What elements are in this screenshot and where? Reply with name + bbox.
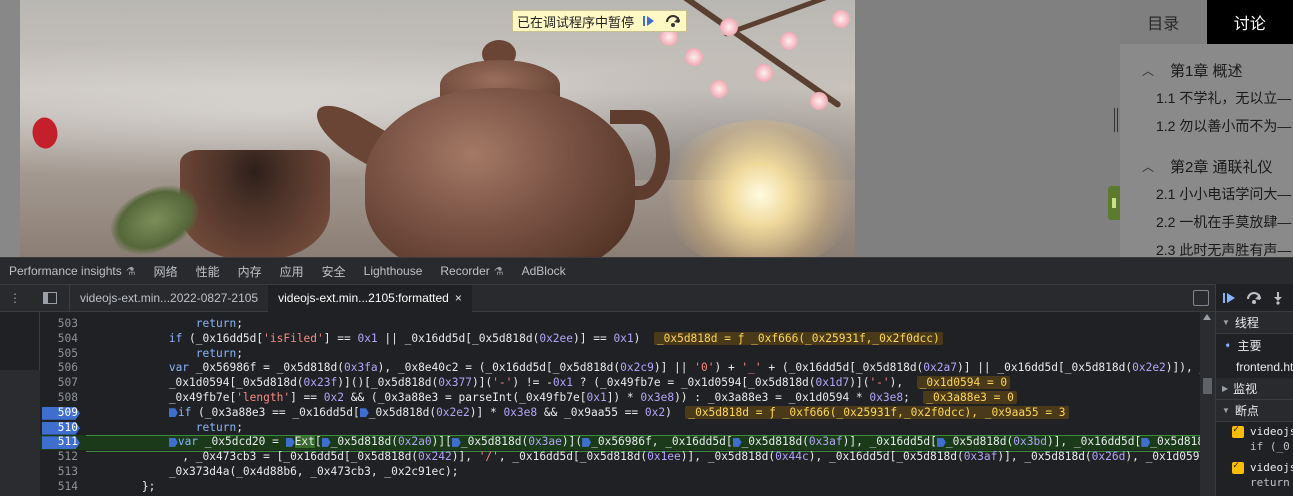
breakpoint-checkbox[interactable] [1232,424,1244,438]
breakpoint-item[interactable]: videojs-e return [1216,458,1293,494]
line-number[interactable]: 513 [40,465,82,480]
code-line[interactable]: 510 return; [40,421,1200,436]
resize-handle[interactable] [1114,108,1118,132]
chevron-up-icon: ︿ [1142,159,1155,174]
toc-section[interactable]: 2.2 一机在手莫放肆— [1120,208,1293,236]
web-page: 已在调试程序中暂停 目录 讨论 ︿ 第1章 概述 1.1 不学礼，无以立— 1.2… [0,0,1293,257]
code-editor[interactable]: 503 return; 504 if (_0x16dd5d['isFiled']… [40,312,1200,496]
code-line[interactable]: 509 if (_0x3a88e3 == _0x16dd5d[_0x5d818d… [40,405,1200,421]
line-number[interactable]: 512 [40,450,82,465]
debugger-sidebar: ▼线程 ➧主要 frontend.ht ▶监视 ▼断点 videojs-e if… [1215,284,1293,496]
code-line[interactable]: 514 }; [40,480,1200,495]
code-line[interactable]: 508 _0x49fb7e['length'] == 0x2 && (_0x3a… [40,390,1200,406]
tab-discussion[interactable]: 讨论 [1206,0,1293,44]
chevron-up-icon: ︿ [1142,63,1155,78]
step-over-icon[interactable] [1246,290,1262,306]
devtools-panel-tabs: Performance insights ⚗ 网络 性能 内存 应用 安全 Lig… [0,257,1293,284]
call-frame[interactable]: frontend.ht [1216,356,1293,378]
current-thread-arrow-icon: ➧ [1224,339,1232,350]
tab-performance[interactable]: 性能 [187,258,229,285]
code-line[interactable]: 503 return; [40,317,1200,332]
line-number[interactable]: 514 [40,480,82,495]
line-number[interactable]: 507 [40,376,82,391]
line-number[interactable]: 503 [40,317,82,332]
code-line[interactable]: 505 return; [40,347,1200,362]
toggle-navigator-icon[interactable] [30,284,70,312]
tab-memory[interactable]: 内存 [229,258,271,285]
line-number[interactable]: 505 [40,347,82,362]
toc-collapse-handle[interactable] [1108,186,1120,220]
tab-performance-insights[interactable]: Performance insights ⚗ [0,258,145,285]
breakpoint-item[interactable]: videojs-e if (_0 [1216,422,1293,458]
scrollbar-thumb[interactable] [1203,378,1212,394]
breakpoint-line-number[interactable]: 509 [40,406,82,421]
tab-adblock[interactable]: AdBlock [513,258,575,285]
page-left-gutter [0,0,20,257]
paused-in-debugger-banner: 已在调试程序中暂停 [512,10,688,32]
code-line[interactable]: 504 if (_0x16dd5d['isFiled'] == 0x1 || _… [40,331,1200,347]
toc-section[interactable]: 1.2 勿以善小而不为— [1120,112,1293,140]
teapot-image [365,88,635,257]
breakpoint-checkbox[interactable] [1232,460,1244,474]
screen: 已在调试程序中暂停 目录 讨论 ︿ 第1章 概述 1.1 不学礼，无以立— 1.2… [0,0,1293,496]
video-player[interactable] [20,0,855,257]
triangle-down-icon: ▼ [1222,318,1230,327]
breakpoints-section-header[interactable]: ▼ 断点 [1216,400,1293,422]
resume-play-icon[interactable] [640,12,658,30]
line-number[interactable]: 508 [40,391,82,406]
flask-icon: ⚗ [125,265,136,278]
file-tab-minified[interactable]: videojs-ext.min...2022-0827-2105 [70,285,268,312]
toc-tabs: 目录 讨论 [1120,0,1293,44]
page-background [855,0,1120,257]
tab-security[interactable]: 安全 [313,258,355,285]
toggle-debugger-icon[interactable] [1193,290,1209,306]
paused-label: 已在调试程序中暂停 [517,14,635,30]
threads-section-header[interactable]: ▼ 线程 [1216,312,1293,334]
triangle-right-icon: ▶ [1222,384,1229,393]
triangle-down-icon: ▼ [1222,406,1230,415]
toc-chapter-2[interactable]: ︿ 第2章 通联礼仪 [1120,152,1293,180]
toc-section[interactable]: 1.1 不学礼，无以立— [1120,84,1293,112]
tab-contents[interactable]: 目录 [1120,0,1207,44]
tab-lighthouse[interactable]: Lighthouse [355,258,432,285]
step-into-icon[interactable] [1270,290,1286,306]
resume-icon[interactable] [1222,290,1238,306]
tab-recorder[interactable]: Recorder ⚗ [431,258,512,285]
tab-network[interactable]: 网络 [145,258,187,285]
editor-scrollbar[interactable] [1200,312,1215,496]
navigator-strip [0,312,40,496]
toc-chapter-1[interactable]: ︿ 第1章 概述 [1120,56,1293,84]
current-execution-line[interactable]: 511 var _0x5dcd20 = Ext[_0x5d818d(0x2a0)… [40,435,1200,452]
breakpoint-line-number[interactable]: 510 [40,421,82,436]
scroll-up-icon[interactable] [1203,314,1211,320]
toc-section[interactable]: 2.3 此时无声胜有声— [1120,236,1293,257]
breakpoint-line-number[interactable]: 511 [40,435,82,450]
debugger-toolbar [1216,284,1293,312]
line-number[interactable]: 504 [40,332,82,347]
code-line[interactable]: 513 _0x373d4a(_0x4d88b6, _0x473cb3, _0x2… [40,465,1200,480]
tab-application[interactable]: 应用 [271,258,313,285]
code-line[interactable]: 507 _0x1d0594[_0x5d818d(0x23f)]()[_0x5d8… [40,376,1200,391]
code-line[interactable]: 512 , _0x473cb3 = [_0x16dd5d[_0x5d818d(0… [40,450,1200,465]
thread-main[interactable]: ➧ 主要 [1216,334,1293,356]
toc-panel: 目录 讨论 ︿ 第1章 概述 1.1 不学礼，无以立— 1.2 勿以善小而不为— … [1120,0,1293,257]
toc-section[interactable]: 2.1 小小电话学问大— [1120,180,1293,208]
more-icon[interactable]: ⋮ [0,285,30,312]
line-number[interactable]: 506 [40,361,82,376]
close-icon[interactable]: × [455,291,462,305]
source-file-tabs: ⋮ videojs-ext.min...2022-0827-2105 video… [0,284,1215,312]
flask-icon: ⚗ [493,265,504,278]
code-line[interactable]: 506 var _0x56986f = _0x5d818d(0x3fa), _0… [40,361,1200,376]
file-tab-formatted[interactable]: videojs-ext.min...2105:formatted × [268,284,472,312]
step-over-icon[interactable] [664,12,682,30]
watch-section-header[interactable]: ▶ 监视 [1216,378,1293,400]
teacup-image [180,150,330,257]
